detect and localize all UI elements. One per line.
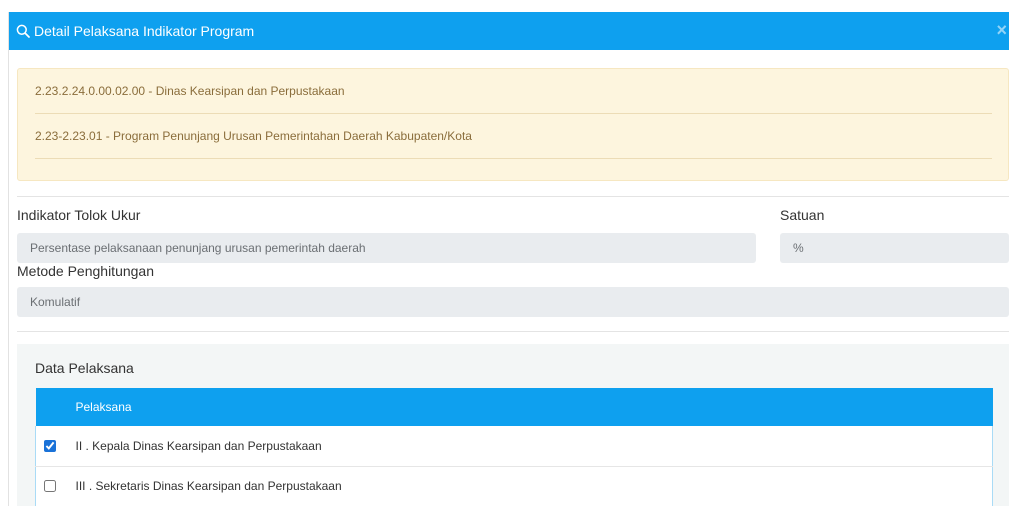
- modal-header: Detail Pelaksana Indikator Program ×: [9, 12, 1009, 50]
- modal-title-text: Detail Pelaksana Indikator Program: [34, 23, 255, 39]
- row-checkbox[interactable]: [44, 439, 56, 452]
- satuan-input[interactable]: %: [780, 233, 1009, 263]
- indikator-input[interactable]: Persentase pelaksanaan penunjang urusan …: [17, 233, 756, 263]
- modal-body: 2.23.2.24.0.00.02.00 - Dinas Kearsipan d…: [9, 50, 1009, 506]
- row-select-cell: [35, 426, 76, 467]
- modal-title: Detail Pelaksana Indikator Program: [16, 23, 254, 39]
- indikator-label: Indikator Tolok Ukur: [17, 207, 141, 223]
- search-icon: [16, 24, 30, 38]
- panel-title: Data Pelaksana: [35, 360, 134, 376]
- data-pelaksana-panel: Data Pelaksana Pelaksana II . Kepala Din…: [17, 344, 1009, 506]
- indikator-field: Indikator Tolok Ukur Persentase pelaksan…: [17, 207, 756, 263]
- indikator-row: Indikator Tolok Ukur Persentase pelaksan…: [17, 207, 1009, 263]
- divider: [17, 196, 1009, 197]
- row-select-cell: [35, 466, 76, 506]
- row-label: II . Kepala Dinas Kearsipan dan Perpusta…: [75, 426, 993, 467]
- pelaksana-column-header: Pelaksana: [75, 388, 993, 426]
- table-row[interactable]: II . Kepala Dinas Kearsipan dan Perpusta…: [35, 426, 993, 467]
- pelaksana-table: Pelaksana II . Kepala Dinas Kearsipan da…: [35, 388, 993, 506]
- metode-label: Metode Penghitungan: [17, 263, 154, 279]
- select-column-header: [35, 388, 76, 426]
- info-alert: 2.23.2.24.0.00.02.00 - Dinas Kearsipan d…: [17, 68, 1009, 181]
- detail-pelaksana-modal: Detail Pelaksana Indikator Program × 2.2…: [8, 12, 1009, 506]
- table-row[interactable]: III . Sekretaris Dinas Kearsipan dan Per…: [35, 466, 993, 506]
- table-header-row: Pelaksana: [35, 388, 993, 426]
- satuan-field: Satuan %: [780, 207, 1009, 263]
- divider: [17, 331, 1009, 332]
- metode-field: Metode Penghitungan Komulatif: [17, 263, 1009, 317]
- row-checkbox[interactable]: [44, 480, 56, 492]
- row-label: III . Sekretaris Dinas Kearsipan dan Per…: [75, 466, 993, 506]
- close-button[interactable]: ×: [996, 21, 1007, 39]
- program-info: 2.23-2.23.01 - Program Penunjang Urusan …: [35, 114, 992, 159]
- satuan-label: Satuan: [780, 207, 825, 223]
- metode-input[interactable]: Komulatif: [17, 287, 1009, 317]
- unit-info: 2.23.2.24.0.00.02.00 - Dinas Kearsipan d…: [35, 69, 992, 114]
